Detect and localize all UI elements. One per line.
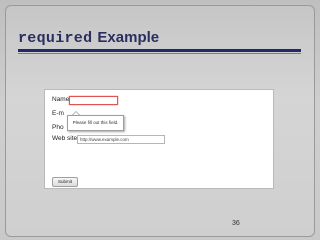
- email-label: E-m: [52, 110, 64, 117]
- name-input[interactable]: [69, 96, 118, 105]
- slide-title: required Example: [18, 29, 159, 47]
- slide-title-code: required: [18, 30, 93, 47]
- page-number: 36: [232, 220, 240, 227]
- phone-label: Pho: [52, 124, 64, 131]
- website-label: Web site:: [52, 135, 79, 142]
- title-underline-thin: [18, 53, 301, 54]
- slide-title-word: Example: [97, 29, 160, 46]
- title-underline: [18, 49, 301, 52]
- submit-button[interactable]: Submit: [52, 177, 78, 187]
- website-input[interactable]: http://www.example.com: [77, 135, 165, 144]
- slide-background: required Example Name: E-m Pho Please fil…: [0, 0, 320, 240]
- validation-tooltip: Please fill out this field.: [67, 115, 124, 131]
